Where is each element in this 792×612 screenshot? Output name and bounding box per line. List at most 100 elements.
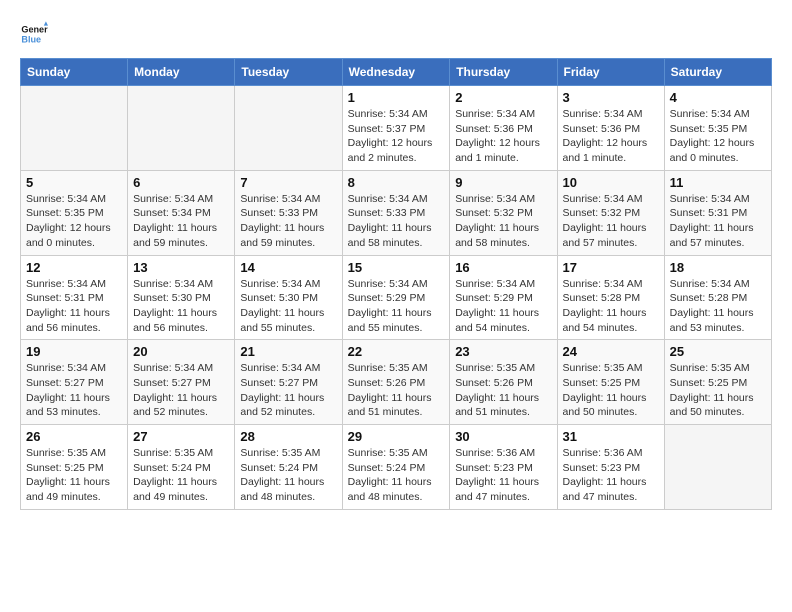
day-info: Sunrise: 5:34 AM Sunset: 5:33 PM Dayligh…	[348, 192, 445, 251]
day-info: Sunrise: 5:34 AM Sunset: 5:29 PM Dayligh…	[348, 277, 445, 336]
day-number: 27	[133, 429, 229, 444]
day-info: Sunrise: 5:35 AM Sunset: 5:25 PM Dayligh…	[563, 361, 659, 420]
day-info: Sunrise: 5:36 AM Sunset: 5:23 PM Dayligh…	[563, 446, 659, 505]
day-number: 8	[348, 175, 445, 190]
day-number: 31	[563, 429, 659, 444]
day-info: Sunrise: 5:34 AM Sunset: 5:34 PM Dayligh…	[133, 192, 229, 251]
page-header: General Blue	[20, 20, 772, 48]
day-info: Sunrise: 5:35 AM Sunset: 5:24 PM Dayligh…	[240, 446, 336, 505]
day-info: Sunrise: 5:34 AM Sunset: 5:28 PM Dayligh…	[670, 277, 766, 336]
svg-text:General: General	[21, 25, 48, 35]
weekday-header: Friday	[557, 59, 664, 86]
weekday-header: Saturday	[664, 59, 771, 86]
calendar-cell: 23 Sunrise: 5:35 AM Sunset: 5:26 PM Dayli…	[450, 340, 557, 425]
logo-icon: General Blue	[20, 20, 48, 48]
calendar-cell: 15 Sunrise: 5:34 AM Sunset: 5:29 PM Dayli…	[342, 255, 450, 340]
day-number: 21	[240, 344, 336, 359]
day-number: 6	[133, 175, 229, 190]
calendar-cell: 3 Sunrise: 5:34 AM Sunset: 5:36 PM Daylig…	[557, 86, 664, 171]
calendar-cell: 27 Sunrise: 5:35 AM Sunset: 5:24 PM Dayli…	[128, 425, 235, 510]
day-info: Sunrise: 5:34 AM Sunset: 5:32 PM Dayligh…	[563, 192, 659, 251]
calendar-cell	[235, 86, 342, 171]
calendar-cell: 26Sunrise: 5:35 AM Sunset: 5:25 PM Dayli…	[21, 425, 128, 510]
day-number: 3	[563, 90, 659, 105]
calendar-cell: 14 Sunrise: 5:34 AM Sunset: 5:30 PM Dayli…	[235, 255, 342, 340]
calendar-cell	[664, 425, 771, 510]
day-info: Sunrise: 5:34 AM Sunset: 5:35 PM Dayligh…	[670, 107, 766, 166]
day-info: Sunrise: 5:34 AM Sunset: 5:35 PM Dayligh…	[26, 192, 122, 251]
calendar-header-row: SundayMondayTuesdayWednesdayThursdayFrid…	[21, 59, 772, 86]
day-info: Sunrise: 5:35 AM Sunset: 5:26 PM Dayligh…	[455, 361, 551, 420]
logo: General Blue	[20, 20, 52, 48]
calendar-cell: 19 Sunrise: 5:34 AM Sunset: 5:27 PM Dayli…	[21, 340, 128, 425]
calendar-cell: 31 Sunrise: 5:36 AM Sunset: 5:23 PM Dayli…	[557, 425, 664, 510]
calendar-cell: 6 Sunrise: 5:34 AM Sunset: 5:34 PM Daylig…	[128, 170, 235, 255]
calendar-week-row: 1 Sunrise: 5:34 AM Sunset: 5:37 PM Daylig…	[21, 86, 772, 171]
day-number: 16	[455, 260, 551, 275]
day-info: Sunrise: 5:34 AM Sunset: 5:33 PM Dayligh…	[240, 192, 336, 251]
calendar-cell: 8 Sunrise: 5:34 AM Sunset: 5:33 PM Daylig…	[342, 170, 450, 255]
day-info: Sunrise: 5:34 AM Sunset: 5:31 PM Dayligh…	[670, 192, 766, 251]
day-number: 23	[455, 344, 551, 359]
weekday-header: Tuesday	[235, 59, 342, 86]
calendar-cell: 13 Sunrise: 5:34 AM Sunset: 5:30 PM Dayli…	[128, 255, 235, 340]
calendar-cell: 12 Sunrise: 5:34 AM Sunset: 5:31 PM Dayli…	[21, 255, 128, 340]
day-info: Sunrise: 5:34 AM Sunset: 5:30 PM Dayligh…	[133, 277, 229, 336]
calendar-cell: 16 Sunrise: 5:34 AM Sunset: 5:29 PM Dayli…	[450, 255, 557, 340]
calendar-week-row: 26Sunrise: 5:35 AM Sunset: 5:25 PM Dayli…	[21, 425, 772, 510]
calendar-cell: 24Sunrise: 5:35 AM Sunset: 5:25 PM Dayli…	[557, 340, 664, 425]
day-number: 28	[240, 429, 336, 444]
day-info: Sunrise: 5:34 AM Sunset: 5:30 PM Dayligh…	[240, 277, 336, 336]
day-number: 7	[240, 175, 336, 190]
day-number: 1	[348, 90, 445, 105]
day-info: Sunrise: 5:34 AM Sunset: 5:32 PM Dayligh…	[455, 192, 551, 251]
day-info: Sunrise: 5:34 AM Sunset: 5:36 PM Dayligh…	[455, 107, 551, 166]
day-info: Sunrise: 5:35 AM Sunset: 5:25 PM Dayligh…	[26, 446, 122, 505]
calendar-week-row: 5 Sunrise: 5:34 AM Sunset: 5:35 PM Daylig…	[21, 170, 772, 255]
calendar-cell	[128, 86, 235, 171]
day-number: 19	[26, 344, 122, 359]
day-number: 15	[348, 260, 445, 275]
day-info: Sunrise: 5:35 AM Sunset: 5:25 PM Dayligh…	[670, 361, 766, 420]
day-info: Sunrise: 5:34 AM Sunset: 5:27 PM Dayligh…	[133, 361, 229, 420]
day-info: Sunrise: 5:36 AM Sunset: 5:23 PM Dayligh…	[455, 446, 551, 505]
day-number: 14	[240, 260, 336, 275]
svg-text:Blue: Blue	[21, 34, 41, 44]
calendar-cell: 28 Sunrise: 5:35 AM Sunset: 5:24 PM Dayli…	[235, 425, 342, 510]
calendar-cell: 21 Sunrise: 5:34 AM Sunset: 5:27 PM Dayli…	[235, 340, 342, 425]
day-number: 22	[348, 344, 445, 359]
day-number: 11	[670, 175, 766, 190]
day-info: Sunrise: 5:34 AM Sunset: 5:36 PM Dayligh…	[563, 107, 659, 166]
calendar-cell: 5 Sunrise: 5:34 AM Sunset: 5:35 PM Daylig…	[21, 170, 128, 255]
day-info: Sunrise: 5:34 AM Sunset: 5:37 PM Dayligh…	[348, 107, 445, 166]
day-number: 5	[26, 175, 122, 190]
calendar-cell: 18Sunrise: 5:34 AM Sunset: 5:28 PM Dayli…	[664, 255, 771, 340]
weekday-header: Sunday	[21, 59, 128, 86]
day-number: 10	[563, 175, 659, 190]
day-number: 25	[670, 344, 766, 359]
calendar-cell: 1 Sunrise: 5:34 AM Sunset: 5:37 PM Daylig…	[342, 86, 450, 171]
day-info: Sunrise: 5:34 AM Sunset: 5:31 PM Dayligh…	[26, 277, 122, 336]
calendar: SundayMondayTuesdayWednesdayThursdayFrid…	[20, 58, 772, 510]
day-number: 29	[348, 429, 445, 444]
day-number: 12	[26, 260, 122, 275]
calendar-cell: 4 Sunrise: 5:34 AM Sunset: 5:35 PM Daylig…	[664, 86, 771, 171]
day-number: 13	[133, 260, 229, 275]
day-number: 17	[563, 260, 659, 275]
day-number: 30	[455, 429, 551, 444]
day-info: Sunrise: 5:34 AM Sunset: 5:28 PM Dayligh…	[563, 277, 659, 336]
day-number: 9	[455, 175, 551, 190]
day-number: 2	[455, 90, 551, 105]
calendar-cell: 29Sunrise: 5:35 AM Sunset: 5:24 PM Dayli…	[342, 425, 450, 510]
day-number: 20	[133, 344, 229, 359]
day-info: Sunrise: 5:34 AM Sunset: 5:27 PM Dayligh…	[240, 361, 336, 420]
weekday-header: Wednesday	[342, 59, 450, 86]
day-info: Sunrise: 5:34 AM Sunset: 5:27 PM Dayligh…	[26, 361, 122, 420]
calendar-cell: 20 Sunrise: 5:34 AM Sunset: 5:27 PM Dayli…	[128, 340, 235, 425]
day-number: 4	[670, 90, 766, 105]
calendar-cell: 11 Sunrise: 5:34 AM Sunset: 5:31 PM Dayli…	[664, 170, 771, 255]
calendar-cell: 2 Sunrise: 5:34 AM Sunset: 5:36 PM Daylig…	[450, 86, 557, 171]
day-info: Sunrise: 5:34 AM Sunset: 5:29 PM Dayligh…	[455, 277, 551, 336]
calendar-cell: 10 Sunrise: 5:34 AM Sunset: 5:32 PM Dayli…	[557, 170, 664, 255]
day-info: Sunrise: 5:35 AM Sunset: 5:24 PM Dayligh…	[133, 446, 229, 505]
